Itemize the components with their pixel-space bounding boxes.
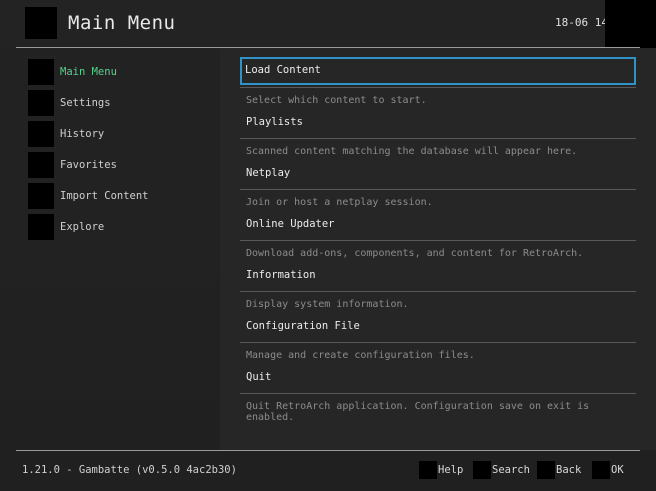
menu-entry-description: Join or host a netplay session.	[246, 197, 433, 208]
menu-entry-title: Playlists	[246, 116, 303, 128]
menu-entry-configuration-file[interactable]: Configuration File Manage and create con…	[240, 312, 636, 363]
menu-entry-netplay[interactable]: Netplay Join or host a netplay session.	[240, 159, 636, 210]
sidebar-item-settings[interactable]: Settings	[28, 90, 218, 116]
menu-entry-description: Download add-ons, components, and conten…	[246, 248, 584, 259]
sidebar-item-label: Import Content	[60, 190, 149, 202]
back-label: Back	[556, 464, 582, 476]
entry-divider	[240, 138, 636, 139]
menu-entry-load-content[interactable]: Load Content Select which content to sta…	[240, 57, 636, 108]
help-button[interactable]: Help	[419, 461, 467, 479]
menu-entry-title: Configuration File	[246, 320, 360, 332]
menu-entry-description: Manage and create configuration files.	[246, 350, 475, 361]
main-menu-icon	[28, 59, 54, 85]
entry-divider	[240, 342, 636, 343]
sidebar-item-label: Settings	[60, 97, 111, 109]
entry-divider	[240, 189, 636, 190]
entry-divider	[240, 240, 636, 241]
menu-entry-title: Online Updater	[246, 218, 335, 230]
search-icon	[473, 461, 491, 479]
settings-icon	[28, 90, 54, 116]
search-label: Search	[492, 464, 530, 476]
menu-entry-title: Netplay	[246, 167, 291, 179]
ok-label: OK	[611, 464, 624, 476]
retroarch-screen: Main Menu 18-06 14:38 Main Menu Settings…	[0, 0, 656, 491]
menu-entry-information[interactable]: Information Display system information.	[240, 261, 636, 312]
sidebar-item-label: Explore	[60, 221, 105, 233]
entry-divider	[240, 87, 636, 88]
main-menu-icon	[25, 7, 57, 39]
help-label: Help	[438, 464, 464, 476]
help-icon	[419, 461, 437, 479]
sidebar-item-label: Main Menu	[60, 66, 117, 78]
back-icon	[537, 461, 555, 479]
menu-entry-description: Quit RetroArch application. Configuratio…	[246, 401, 590, 423]
sidebar-item-import-content[interactable]: Import Content	[28, 183, 218, 209]
footer-divider	[16, 450, 640, 451]
sidebar-item-favorites[interactable]: Favorites	[28, 152, 218, 178]
import-content-icon	[28, 183, 54, 209]
sidebar-item-history[interactable]: History	[28, 121, 218, 147]
sidebar-item-label: Favorites	[60, 159, 117, 171]
menu-entry-title: Load Content	[245, 64, 321, 76]
entry-divider	[240, 291, 636, 292]
favorites-icon	[28, 152, 54, 178]
ok-icon	[592, 461, 610, 479]
explore-icon	[28, 214, 54, 240]
sidebar: Main Menu Settings History Favorites Imp…	[0, 48, 220, 450]
core-version: 1.21.0 - Gambatte (v0.5.0 4ac2b30)	[22, 464, 237, 476]
menu-entry-quit[interactable]: Quit Quit RetroArch application. Configu…	[240, 363, 636, 425]
menu-entry-description: Display system information.	[246, 299, 409, 310]
battery-icon	[605, 0, 656, 48]
sidebar-item-main-menu[interactable]: Main Menu	[28, 59, 218, 85]
entry-divider	[240, 393, 636, 394]
menu-list: Load Content Select which content to sta…	[220, 48, 656, 450]
menu-entry-title: Quit	[246, 371, 272, 383]
menu-entry-title: Information	[246, 269, 316, 281]
menu-entry-online-updater[interactable]: Online Updater Download add-ons, compone…	[240, 210, 636, 261]
sidebar-item-explore[interactable]: Explore	[28, 214, 218, 240]
history-icon	[28, 121, 54, 147]
back-button[interactable]: Back	[537, 461, 585, 479]
page-title: Main Menu	[68, 12, 176, 34]
sidebar-item-label: History	[60, 128, 105, 140]
menu-entry-description: Scanned content matching the database wi…	[246, 146, 578, 157]
menu-entry-description: Select which content to start.	[246, 95, 427, 106]
search-button[interactable]: Search	[473, 461, 531, 479]
ok-button[interactable]: OK	[592, 461, 632, 479]
menu-entry-playlists[interactable]: Playlists Scanned content matching the d…	[240, 108, 636, 159]
